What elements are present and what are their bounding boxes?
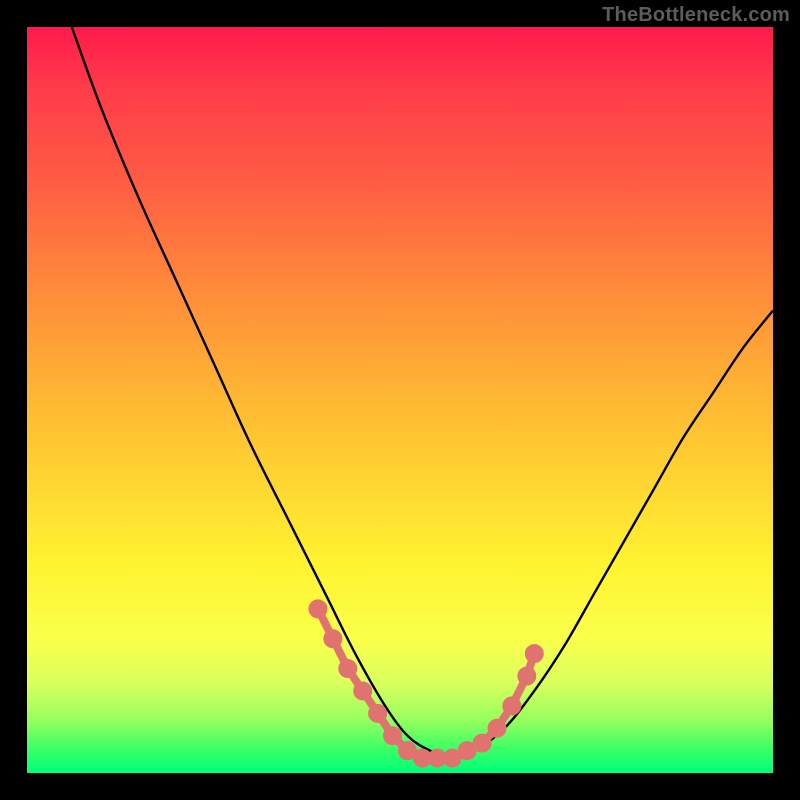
marker-dot (491, 723, 502, 734)
marker-dot (357, 685, 368, 696)
marker-dot (327, 633, 338, 644)
watermark-text: TheBottleneck.com (602, 4, 790, 27)
marker-dot (506, 700, 517, 711)
chart-frame: TheBottleneck.com (0, 0, 800, 800)
marker-dot (529, 648, 540, 659)
bottleneck-curve (72, 27, 773, 758)
marker-dot (342, 663, 353, 674)
marker-dot (447, 753, 458, 764)
chart-svg (27, 27, 773, 773)
marker-dot (312, 603, 323, 614)
marker-dot (387, 730, 398, 741)
marker-dot (417, 753, 428, 764)
marker-dot (462, 745, 473, 756)
marker-dot (372, 708, 383, 719)
marker-dot (477, 738, 488, 749)
marker-dot (432, 753, 443, 764)
highlighted-points (312, 603, 539, 763)
marker-dot (402, 745, 413, 756)
marker-dot (521, 671, 532, 682)
plot-area (27, 27, 773, 773)
